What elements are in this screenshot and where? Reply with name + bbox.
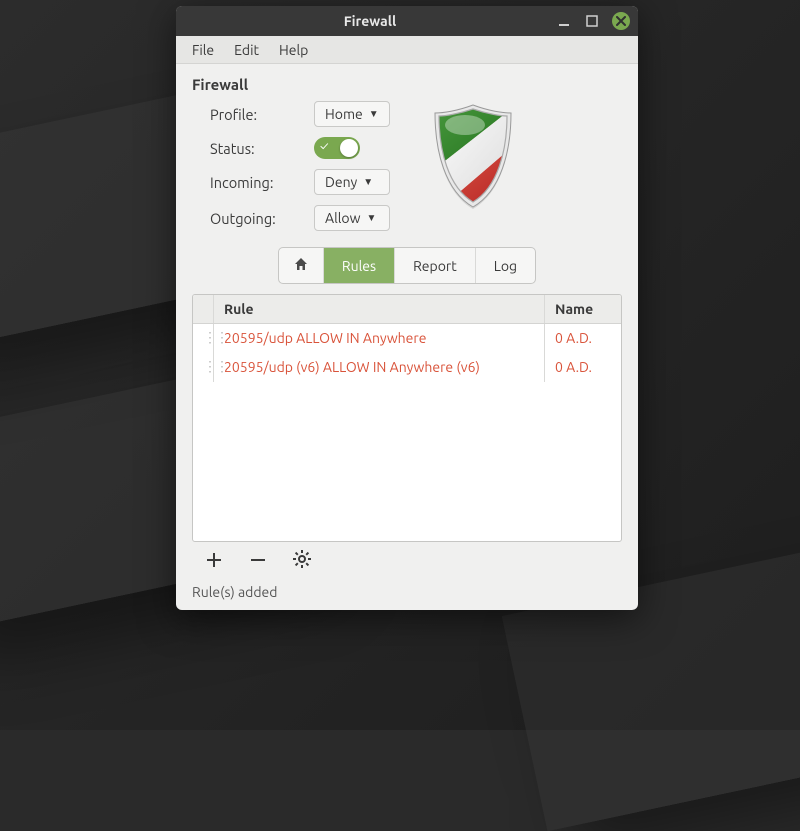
table-row[interactable]: ⋮⋮ 20595/udp ALLOW IN Anywhere 0 A.D.	[193, 324, 621, 353]
settings-button[interactable]	[290, 548, 314, 572]
window-controls	[556, 12, 630, 30]
settings-grid: Profile: Home ▼ Status: ✓ Incoming: Deny…	[210, 101, 390, 231]
row-grip-icon: ⋮⋮	[193, 353, 214, 382]
row-grip-icon: ⋮⋮	[193, 324, 214, 353]
tab-rules[interactable]: Rules	[323, 248, 394, 283]
rule-toolbar	[192, 542, 622, 574]
statusbar: Rule(s) added	[192, 584, 622, 600]
tab-report[interactable]: Report	[394, 248, 475, 283]
window-body: Firewall Profile: Home ▼ Status: ✓ Incom…	[176, 64, 638, 610]
incoming-label: Incoming:	[210, 174, 300, 191]
col-name-header[interactable]: Name	[545, 295, 621, 323]
add-rule-button[interactable]	[202, 548, 226, 572]
incoming-combo[interactable]: Deny ▼	[314, 169, 390, 195]
table-header: Rule Name	[193, 295, 621, 324]
home-icon	[293, 256, 309, 275]
tabbar: Rules Report Log	[278, 247, 536, 284]
minimize-button[interactable]	[556, 13, 572, 29]
chevron-down-icon: ▼	[369, 108, 379, 120]
menu-file[interactable]: File	[184, 39, 222, 61]
titlebar[interactable]: Firewall	[176, 6, 638, 36]
name-cell: 0 A.D.	[545, 353, 621, 382]
tabs: Rules Report Log	[192, 247, 622, 284]
status-label: Status:	[210, 140, 300, 157]
outgoing-value: Allow	[325, 210, 360, 226]
name-cell: 0 A.D.	[545, 324, 621, 353]
close-button[interactable]	[612, 12, 630, 30]
check-icon: ✓	[320, 140, 328, 153]
rule-cell: 20595/udp ALLOW IN Anywhere	[214, 324, 545, 353]
outgoing-combo[interactable]: Allow ▼	[314, 205, 390, 231]
tab-home[interactable]	[279, 248, 323, 283]
plus-icon	[206, 549, 222, 572]
col-rule-header[interactable]: Rule	[214, 295, 545, 323]
settings-area: Profile: Home ▼ Status: ✓ Incoming: Deny…	[192, 101, 622, 231]
toggle-knob	[340, 139, 358, 157]
outgoing-label: Outgoing:	[210, 210, 300, 227]
incoming-value: Deny	[325, 174, 357, 190]
col-grip	[193, 295, 214, 323]
minus-icon	[250, 549, 266, 572]
section-title: Firewall	[192, 76, 622, 93]
profile-label: Profile:	[210, 106, 300, 123]
table-row[interactable]: ⋮⋮ 20595/udp (v6) ALLOW IN Anywhere (v6)…	[193, 353, 621, 382]
profile-combo[interactable]: Home ▼	[314, 101, 390, 127]
firewall-window: Firewall File Edit Help Firewall Profile…	[176, 6, 638, 610]
status-toggle[interactable]: ✓	[314, 137, 360, 159]
shield-icon	[418, 101, 528, 231]
rules-table: Rule Name ⋮⋮ 20595/udp ALLOW IN Anywhere…	[192, 294, 622, 542]
profile-value: Home	[325, 106, 363, 122]
chevron-down-icon: ▼	[363, 176, 373, 188]
menu-help[interactable]: Help	[271, 39, 316, 61]
rule-cell: 20595/udp (v6) ALLOW IN Anywhere (v6)	[214, 353, 545, 382]
window-title: Firewall	[184, 13, 556, 29]
menubar: File Edit Help	[176, 36, 638, 64]
gear-icon	[293, 549, 311, 572]
menu-edit[interactable]: Edit	[226, 39, 267, 61]
chevron-down-icon: ▼	[366, 212, 376, 224]
table-body[interactable]: ⋮⋮ 20595/udp ALLOW IN Anywhere 0 A.D. ⋮⋮…	[193, 324, 621, 541]
remove-rule-button[interactable]	[246, 548, 270, 572]
tab-log[interactable]: Log	[475, 248, 535, 283]
maximize-button[interactable]	[584, 13, 600, 29]
